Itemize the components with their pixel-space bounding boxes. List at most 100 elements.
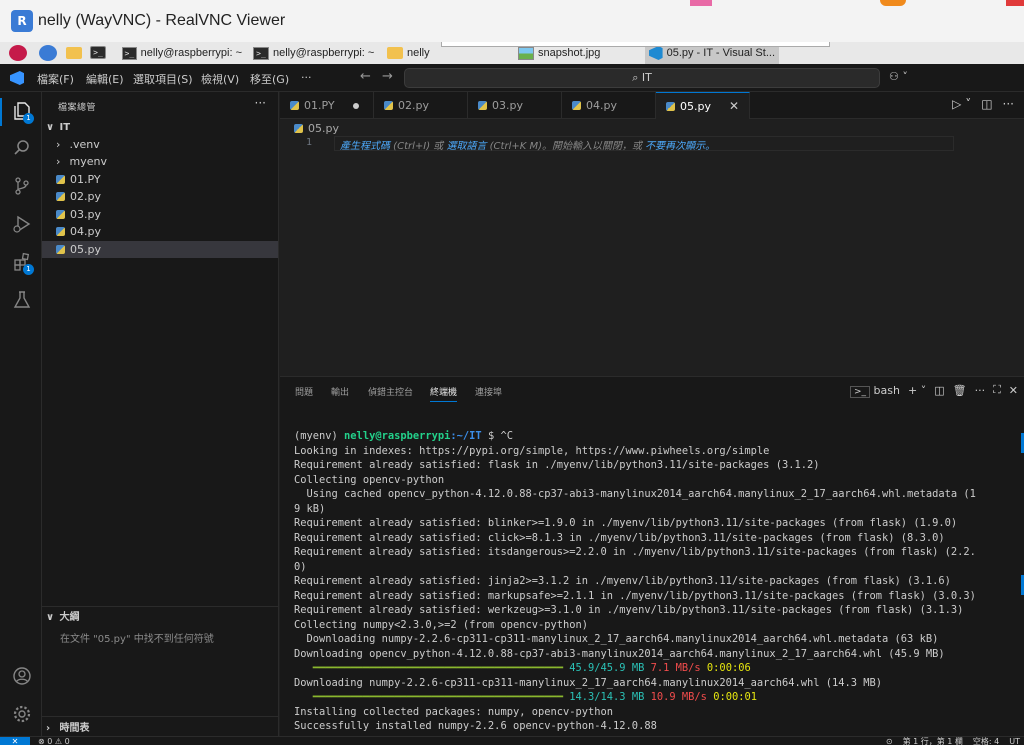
back-arrow-icon[interactable]: ←	[360, 69, 371, 84]
chevron-right-icon: ›	[56, 138, 61, 151]
generate-code-link[interactable]: 產生程式碼	[340, 141, 390, 152]
terminal-line: 9 kB)	[294, 502, 326, 515]
unsaved-dot-icon[interactable]	[353, 103, 359, 109]
python-file-icon	[384, 101, 393, 110]
prompt-path: :~/IT	[450, 430, 482, 442]
breadcrumb[interactable]: 05.py	[294, 122, 339, 135]
tab-05-py[interactable]: 05.py ✕	[656, 92, 750, 119]
split-editor-icon[interactable]: ◫	[981, 97, 992, 111]
timeline-section-header[interactable]: › 時間表	[46, 719, 89, 734]
prompt-env: (myenv)	[294, 430, 345, 442]
status-encoding[interactable]: UT	[1009, 737, 1020, 745]
terminal-output[interactable]: (myenv) nelly@raspberrypi:~/IT $ ^C Looki…	[294, 429, 1022, 734]
breadcrumb-file: 05.py	[308, 122, 339, 135]
prompt-user: nelly@raspberrypi	[344, 430, 451, 442]
workspace-root[interactable]: ∨ IT	[46, 122, 70, 133]
tree-file-02[interactable]: 02.py	[42, 188, 278, 205]
editor-actions: ▷ ˅ ◫ ···	[952, 97, 1014, 111]
terminal-line: Downloading opencv_python-4.12.0.88-cp37…	[294, 647, 945, 660]
dont-show-again-link[interactable]: 不要再次顯示。	[645, 141, 715, 152]
terminal-prompt-line: (myenv) nelly@raspberrypi:~/IT $ ^C	[294, 429, 1022, 444]
menu-more[interactable]: ···	[301, 71, 312, 84]
tab-02-py[interactable]: 02.py	[374, 92, 468, 119]
split-terminal-icon[interactable]: ◫	[934, 384, 944, 397]
vscode-logo-icon	[10, 71, 24, 85]
active-indicator	[0, 98, 2, 126]
tab-01-py[interactable]: 01.PY	[280, 92, 374, 119]
run-debug-icon[interactable]	[12, 214, 32, 234]
tab-04-py[interactable]: 04.py	[562, 92, 656, 119]
tab-debug-console[interactable]: 偵錯主控台	[368, 385, 413, 398]
close-panel-icon[interactable]: ✕	[1009, 384, 1018, 397]
close-icon[interactable]: ✕	[729, 93, 739, 120]
tree-folder-myenv[interactable]: › myenv	[42, 153, 278, 170]
raspberry-menu-icon[interactable]	[9, 45, 27, 61]
terminal-icon: >_	[122, 46, 137, 60]
tree-folder-venv[interactable]: › .venv	[42, 136, 278, 153]
tab-03-py[interactable]: 03.py	[468, 92, 562, 119]
editor-tab-bar: 01.PY 02.py 03.py 04.py 05.py ✕ ▷ ˅ ◫ ··…	[280, 92, 1024, 119]
file-manager-icon[interactable]	[66, 47, 82, 59]
tab-label: 05.py	[680, 100, 711, 113]
forward-arrow-icon[interactable]: →	[382, 69, 393, 84]
testing-icon[interactable]	[12, 290, 32, 310]
browser-icon[interactable]	[39, 45, 57, 61]
remote-indicator[interactable]: ✕	[0, 737, 30, 745]
task-terminal-1[interactable]: >_ nelly@raspberrypi: ~	[118, 42, 246, 64]
status-sync-icon[interactable]: ⊙	[886, 737, 893, 745]
status-problems[interactable]: ⊗ 0 ⚠ 0	[38, 737, 70, 745]
panel-more-button[interactable]: ···	[975, 384, 986, 397]
maximize-panel-icon[interactable]: ⛶	[993, 383, 1001, 397]
terminal-lines: Looking in indexes: https://pypi.org/sim…	[294, 444, 1022, 662]
terminal-icon: >_	[253, 46, 269, 60]
tree-file-04[interactable]: 04.py	[42, 223, 278, 240]
copilot-icon[interactable]: ⚇ ˅	[889, 70, 908, 83]
code-editor[interactable]: 05.py 1 產生程式碼 (Ctrl+I) 或 選取語言 (Ctrl+K M)…	[280, 119, 1024, 376]
menu-file[interactable]: 檔案(F)	[37, 71, 74, 87]
tab-output[interactable]: 輸出	[331, 385, 349, 398]
tree-file-03[interactable]: 03.py	[42, 206, 278, 223]
python-file-icon	[666, 102, 675, 111]
menu-edit[interactable]: 編輯(E)	[86, 71, 124, 87]
tab-problems[interactable]: 問題	[295, 385, 313, 398]
terminal-line: Downloading numpy-2.2.6-cp311-cp311-many…	[294, 633, 939, 645]
terminal-line: Requirement already satisfied: werkzeug>…	[294, 604, 964, 616]
python-file-icon	[294, 124, 303, 133]
search-icon[interactable]	[12, 138, 32, 158]
command-center-search[interactable]: ⌕ IT	[404, 68, 880, 88]
select-language-link[interactable]: 選取語言	[446, 141, 486, 152]
account-icon[interactable]	[12, 666, 32, 686]
tab-label: 04.py	[586, 99, 617, 112]
source-control-icon[interactable]	[12, 176, 32, 196]
tree-file-01[interactable]: 01.PY	[42, 171, 278, 188]
status-cursor-position[interactable]: 第 1 行，第 1 欄	[903, 737, 963, 745]
tree-item-label: 02.py	[70, 190, 101, 203]
new-terminal-button[interactable]: + ˅	[908, 384, 926, 397]
menu-view[interactable]: 檢視(V)	[201, 71, 239, 87]
terminal-line: Requirement already satisfied: itsdanger…	[294, 546, 976, 558]
status-indentation[interactable]: 空格: 4	[973, 737, 999, 745]
terminal-shell-selector[interactable]: >_ bash	[850, 383, 900, 398]
menu-go[interactable]: 移至(G)	[250, 71, 289, 87]
hint-text-1: (Ctrl+I) 或	[390, 141, 447, 152]
progress-eta: 0:00:01	[713, 691, 757, 703]
bottom-panel: 問題 輸出 偵錯主控台 終端機 連接埠 >_ bash + ˅ ◫ 🗑 ··· …	[280, 376, 1024, 745]
shell-name: bash	[873, 383, 900, 397]
editor-more-button[interactable]: ···	[1003, 97, 1014, 111]
task-label: snapshot.jpg	[538, 47, 601, 59]
tab-terminal[interactable]: 終端機	[430, 385, 458, 402]
task-terminal-2[interactable]: >_ nelly@raspberrypi: ~	[249, 42, 379, 64]
tree-file-05[interactable]: 05.py	[42, 241, 278, 258]
tab-ports[interactable]: 連接埠	[475, 385, 502, 398]
timeline-title: 時間表	[59, 723, 90, 734]
terminal-launcher-icon[interactable]: >_	[90, 46, 106, 59]
menu-selection[interactable]: 選取項目(S)	[133, 71, 193, 87]
terminal-line: Downloading numpy-2.2.6-cp311-cp311-many…	[294, 676, 883, 689]
settings-icon[interactable]	[12, 704, 32, 724]
trash-icon[interactable]: 🗑	[953, 384, 967, 397]
tab-label: 01.PY	[304, 99, 335, 112]
explorer-more-button[interactable]: ···	[255, 96, 266, 110]
outline-section-header[interactable]: ∨ 大綱	[46, 608, 79, 623]
terminal-line: Requirement already satisfied: flask in …	[294, 459, 820, 471]
run-file-button[interactable]: ▷ ˅	[952, 97, 971, 111]
